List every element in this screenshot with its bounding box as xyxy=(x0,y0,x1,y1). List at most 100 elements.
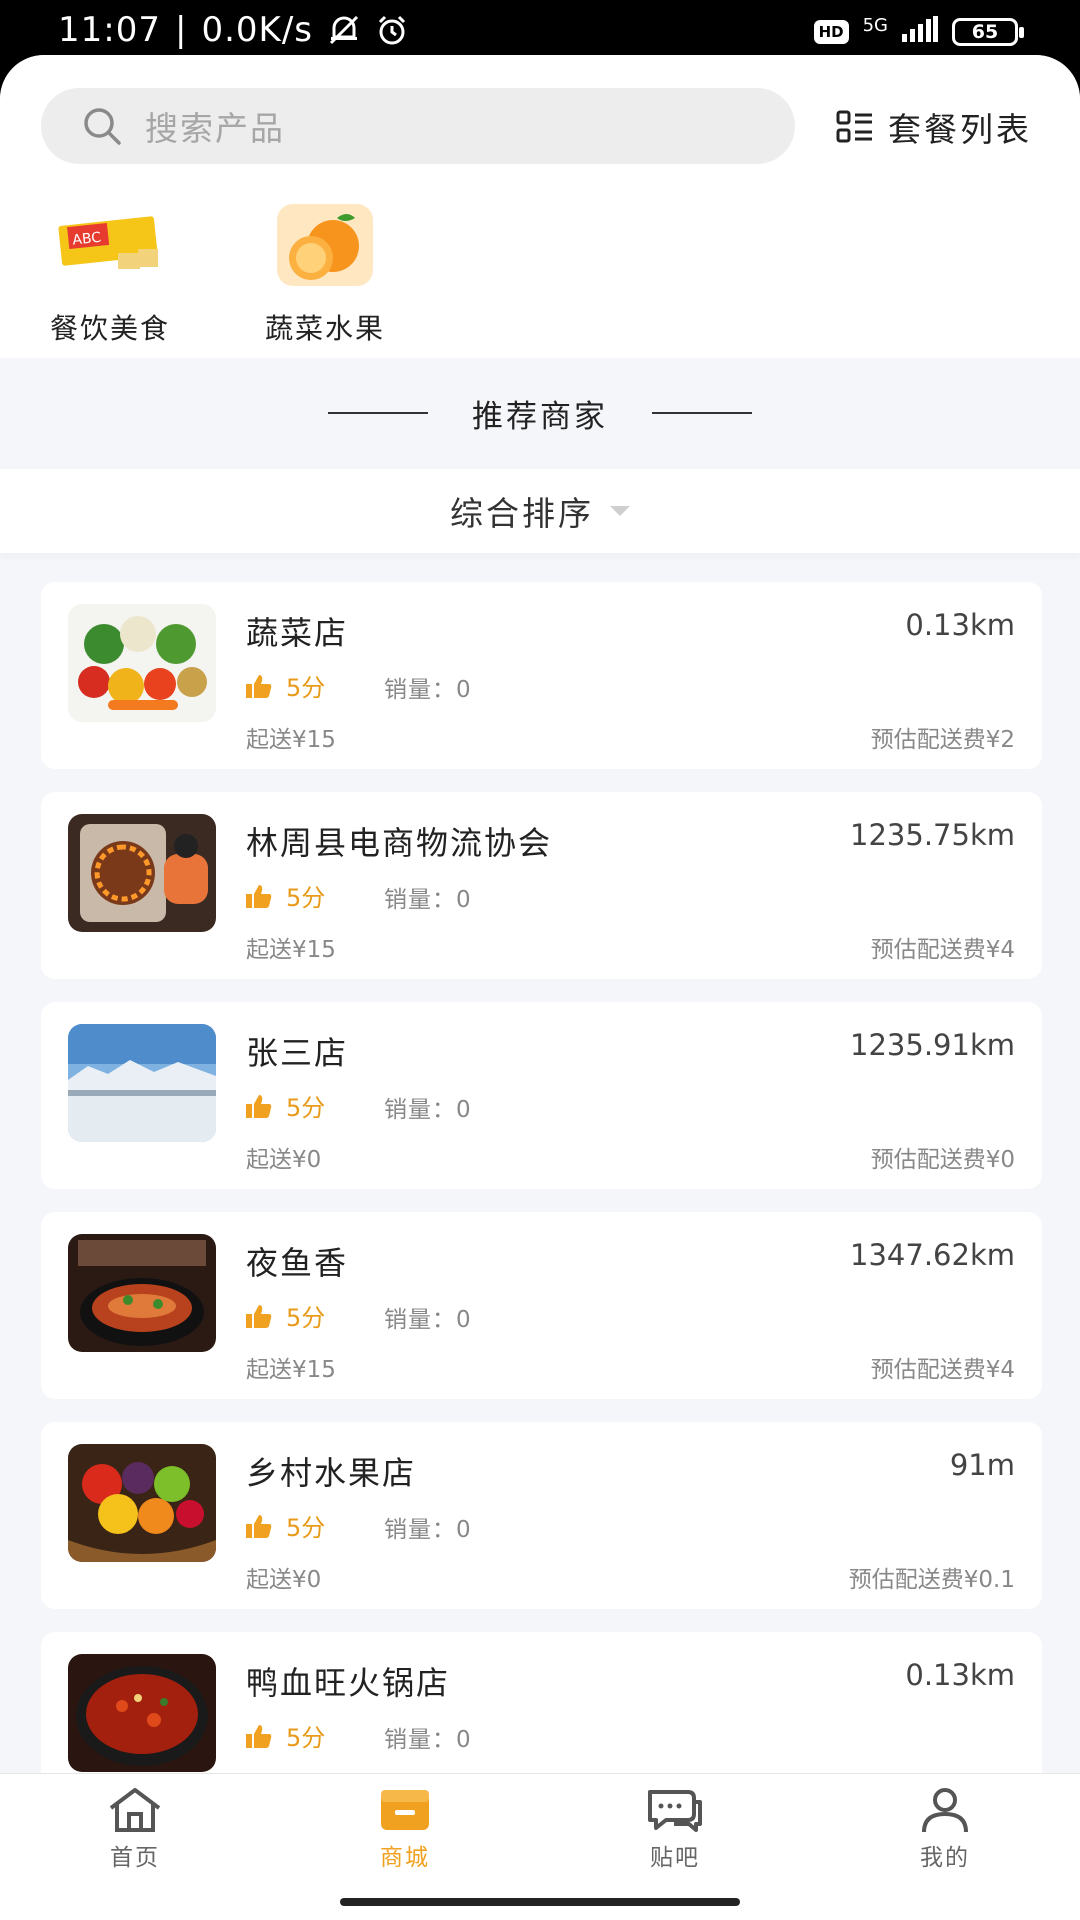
shop-sales: 销量：0 xyxy=(384,677,472,703)
shop-delivery-fee: 预估配送费¥4 xyxy=(870,1357,1015,1383)
divider-line xyxy=(328,412,428,414)
shop-card[interactable]: 林周县电商物流协会 1235.75km 5分 销量：0 起送¥15 预估配送费¥… xyxy=(41,792,1042,979)
shop-distance: 1235.91km xyxy=(850,1028,1015,1062)
shop-distance: 1235.75km xyxy=(850,818,1015,852)
shop-sales: 销量：0 xyxy=(384,1517,472,1543)
home-indicator[interactable] xyxy=(340,1898,740,1906)
shop-name: 张三店 xyxy=(246,1034,349,1072)
mute-icon xyxy=(327,13,361,47)
shop-score: 5分 xyxy=(286,674,326,702)
shop-card[interactable]: 蔬菜店 0.13km 5分 销量：0 起送¥15 预估配送费¥2 xyxy=(41,582,1042,769)
header-area: 搜索产品 套餐列表 ABC 餐饮美食 蔬菜水果 xyxy=(0,55,1080,358)
shop-delivery-fee: 预估配送费¥2 xyxy=(870,727,1015,753)
signal-icon xyxy=(902,16,938,47)
shop-rating: 5分 xyxy=(246,1718,325,1753)
category-label: 餐饮美食 xyxy=(49,312,170,345)
thumbs-up-icon xyxy=(246,884,272,908)
alarm-icon xyxy=(375,13,409,47)
category-fruit[interactable]: 蔬菜水果 xyxy=(225,195,425,347)
tab-shop[interactable]: 商城 xyxy=(325,1786,485,1872)
shop-rating: 5分 xyxy=(246,878,325,913)
tab-mine[interactable]: 我的 xyxy=(865,1786,1025,1872)
thumbs-up-icon xyxy=(246,1724,272,1748)
status-divider: | xyxy=(174,10,188,50)
tab-home[interactable]: 首页 xyxy=(55,1786,215,1872)
shop-distance: 0.13km xyxy=(905,608,1015,642)
shop-name: 乡村水果店 xyxy=(246,1454,417,1492)
heater-image xyxy=(68,814,216,932)
shop-name: 蔬菜店 xyxy=(246,614,349,652)
shop-sales: 销量：0 xyxy=(384,887,472,913)
status-left: 11:07 | 0.0K/s xyxy=(58,10,409,50)
person-icon xyxy=(922,1788,968,1833)
thumbs-up-icon xyxy=(246,1304,272,1328)
shop-delivery-fee: 预估配送费¥4 xyxy=(870,937,1015,963)
shop-rating: 5分 xyxy=(246,1088,325,1123)
shop-card[interactable]: 张三店 1235.91km 5分 销量：0 起送¥0 预估配送费¥0 xyxy=(41,1002,1042,1189)
shop-card[interactable]: 夜鱼香 1347.62km 5分 销量：0 起送¥15 预估配送费¥4 xyxy=(41,1212,1042,1399)
tab-label: 我的 xyxy=(920,1845,970,1871)
shop-icon xyxy=(381,1790,429,1830)
shop-sales: 销量：0 xyxy=(384,1727,472,1753)
tab-label: 商城 xyxy=(380,1845,430,1871)
grilled-fish-image xyxy=(68,1234,216,1352)
shop-name: 鸭血旺火锅店 xyxy=(246,1664,451,1702)
orange-fruit-image xyxy=(270,195,380,295)
shop-min-order: 起送¥0 xyxy=(246,1147,322,1173)
search-icon xyxy=(84,108,121,145)
status-time: 11:07 xyxy=(58,10,161,50)
tab-forum[interactable]: 贴吧 xyxy=(595,1786,755,1872)
package-list-label: 套餐列表 xyxy=(888,110,1032,149)
category-food[interactable]: ABC 餐饮美食 xyxy=(10,195,210,347)
tab-label: 首页 xyxy=(110,1845,160,1871)
shop-rating: 5分 xyxy=(246,668,325,703)
shop-score: 5分 xyxy=(286,884,326,912)
shop-distance: 0.13km xyxy=(905,1658,1015,1692)
battery-level: 65 xyxy=(971,20,999,43)
shop-delivery-fee: 预估配送费¥0.1 xyxy=(848,1567,1015,1593)
shop-score: 5分 xyxy=(286,1304,326,1332)
shop-min-order: 起送¥0 xyxy=(246,1567,322,1593)
section-title-text: 推荐商家 xyxy=(472,398,608,435)
bottom-tab-bar: 首页 商城 贴吧 我的 xyxy=(0,1773,1080,1920)
home-icon xyxy=(109,1788,161,1832)
shop-name: 林周县电商物流协会 xyxy=(246,824,553,862)
hd-badge: HD xyxy=(813,19,849,44)
hotpot-image xyxy=(68,1654,216,1772)
recommended-section-title: 推荐商家 xyxy=(0,358,1080,468)
sort-dropdown[interactable]: 综合排序 xyxy=(0,469,1080,553)
package-list-button[interactable]: 套餐列表 xyxy=(836,103,1032,151)
search-input[interactable]: 搜索产品 xyxy=(41,88,795,164)
divider-line xyxy=(652,412,752,414)
thumbs-up-icon xyxy=(246,1094,272,1118)
status-right: HD 5G 65 xyxy=(813,15,1024,47)
thumbs-up-icon xyxy=(246,674,272,698)
shop-rating: 5分 xyxy=(246,1508,325,1543)
shop-card[interactable]: 乡村水果店 91m 5分 销量：0 起送¥0 预估配送费¥0.1 xyxy=(41,1422,1042,1609)
status-speed: 0.0K/s xyxy=(201,10,313,50)
app-container: 搜索产品 套餐列表 ABC 餐饮美食 蔬菜水果 推荐商家 综合排序 蔬菜店 0.… xyxy=(0,55,1080,1920)
shop-score: 5分 xyxy=(286,1094,326,1122)
status-bar: 11:07 | 0.0K/s HD 5G 65 xyxy=(0,0,1080,60)
shop-distance: 1347.62km xyxy=(850,1238,1015,1272)
snow-mountain-image xyxy=(68,1024,216,1142)
caret-down-icon xyxy=(610,506,630,516)
shop-name: 夜鱼香 xyxy=(246,1244,349,1282)
tab-label: 贴吧 xyxy=(650,1845,700,1871)
shop-min-order: 起送¥15 xyxy=(246,727,336,753)
battery-icon: 65 xyxy=(952,17,1024,46)
shop-score: 5分 xyxy=(286,1514,326,1542)
thumbs-up-icon xyxy=(246,1514,272,1538)
shop-min-order: 起送¥15 xyxy=(246,1357,336,1383)
snack-food-image: ABC xyxy=(55,195,165,295)
category-label: 蔬菜水果 xyxy=(264,312,385,345)
shop-rating: 5分 xyxy=(246,1298,325,1333)
chat-icon xyxy=(648,1790,702,1832)
shop-delivery-fee: 预估配送费¥0 xyxy=(870,1147,1015,1173)
svg-text:ABC: ABC xyxy=(72,230,102,249)
shop-min-order: 起送¥15 xyxy=(246,937,336,963)
shop-sales: 销量：0 xyxy=(384,1307,472,1333)
sort-label: 综合排序 xyxy=(450,494,594,533)
shop-sales: 销量：0 xyxy=(384,1097,472,1123)
search-placeholder: 搜索产品 xyxy=(145,109,285,148)
